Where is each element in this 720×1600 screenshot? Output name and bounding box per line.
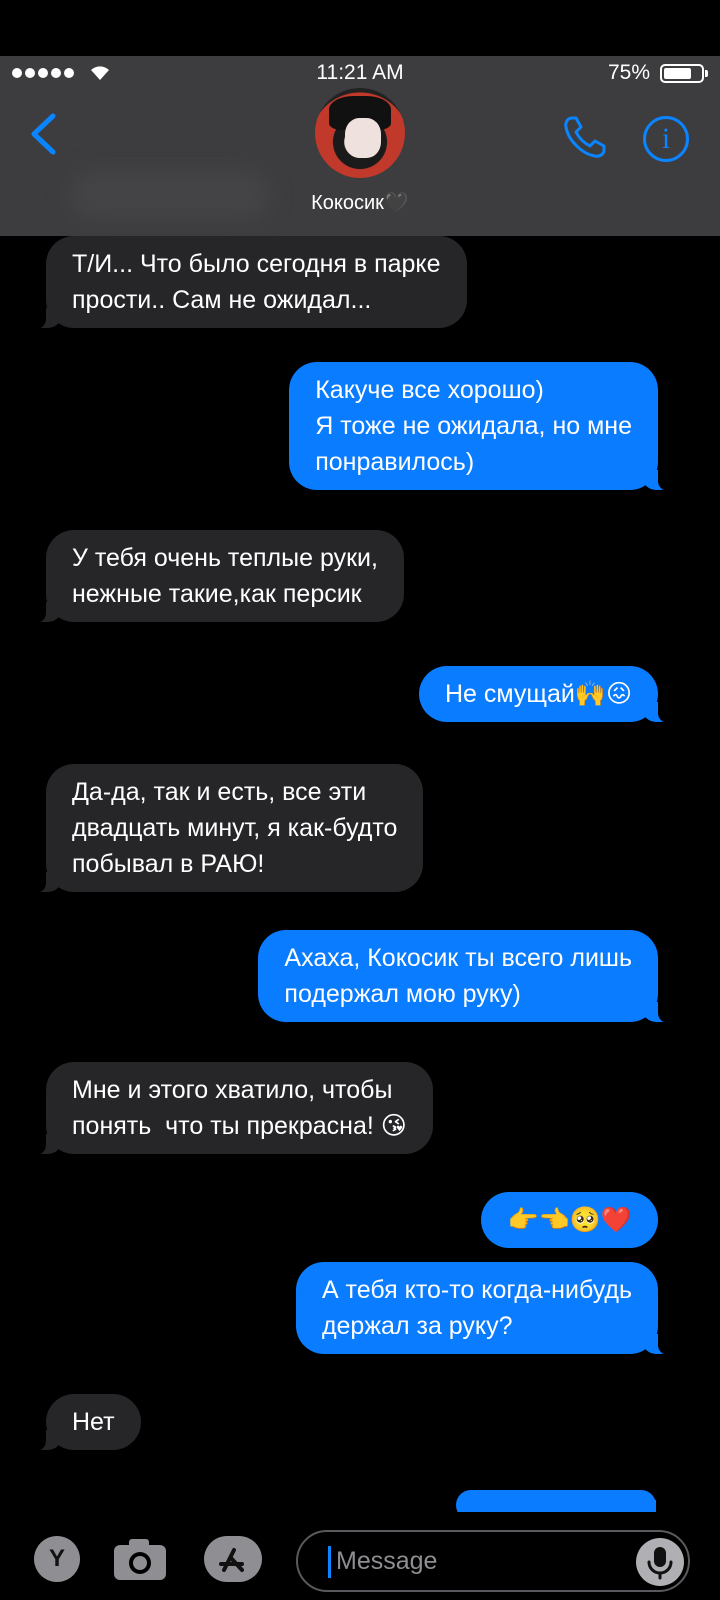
- microphone-icon[interactable]: [636, 1538, 684, 1586]
- camera-icon[interactable]: [112, 1536, 168, 1582]
- message-bubble-outgoing[interactable]: А тебя кто-то когда-нибудь держал за рук…: [295, 1262, 673, 1355]
- message-bubble-incoming[interactable]: Т/И... Что было сегодня в парке прости..…: [32, 236, 467, 329]
- message-bubble-outgoing[interactable]: Какуче все хорошо) Я тоже не ожидала, но…: [289, 362, 672, 491]
- app-drawer-button[interactable]: Y: [34, 1536, 80, 1582]
- status-bar: 11:21 AM 75%: [0, 56, 720, 90]
- appstore-icon[interactable]: [204, 1536, 262, 1582]
- message-bubble-outgoing[interactable]: Не смущай🙌😖: [419, 666, 672, 723]
- message-bubble-outgoing[interactable]: 👉👈🥺❤️: [481, 1192, 658, 1248]
- chevron-left-icon[interactable]: [28, 112, 58, 156]
- message-bubble-incoming[interactable]: Да-да, так и есть, все эти двадцать мину…: [31, 764, 424, 893]
- message-bubble-incoming[interactable]: Мне и этого хватило, чтобы понять что ты…: [32, 1062, 433, 1155]
- message-input-placeholder: Message: [336, 1547, 438, 1575]
- battery-percentage: 75%: [607, 61, 650, 84]
- battery-icon: [660, 64, 708, 83]
- top-black-band: [0, 0, 720, 56]
- message-bubble-outgoing[interactable]: Ахаха, Кокосик ты всего лишь подержал мо…: [258, 930, 672, 1023]
- contact-name[interactable]: Кокосик🖤: [0, 190, 720, 215]
- info-icon[interactable]: i: [643, 116, 689, 162]
- contact-avatar[interactable]: [315, 88, 405, 178]
- message-bubble-incoming[interactable]: Нет: [32, 1394, 141, 1451]
- text-caret: [328, 1546, 331, 1578]
- phone-icon[interactable]: [562, 114, 608, 160]
- message-bubble-incoming[interactable]: У тебя очень теплые руки, нежные такие,к…: [32, 530, 404, 623]
- message-input[interactable]: Message: [296, 1530, 690, 1592]
